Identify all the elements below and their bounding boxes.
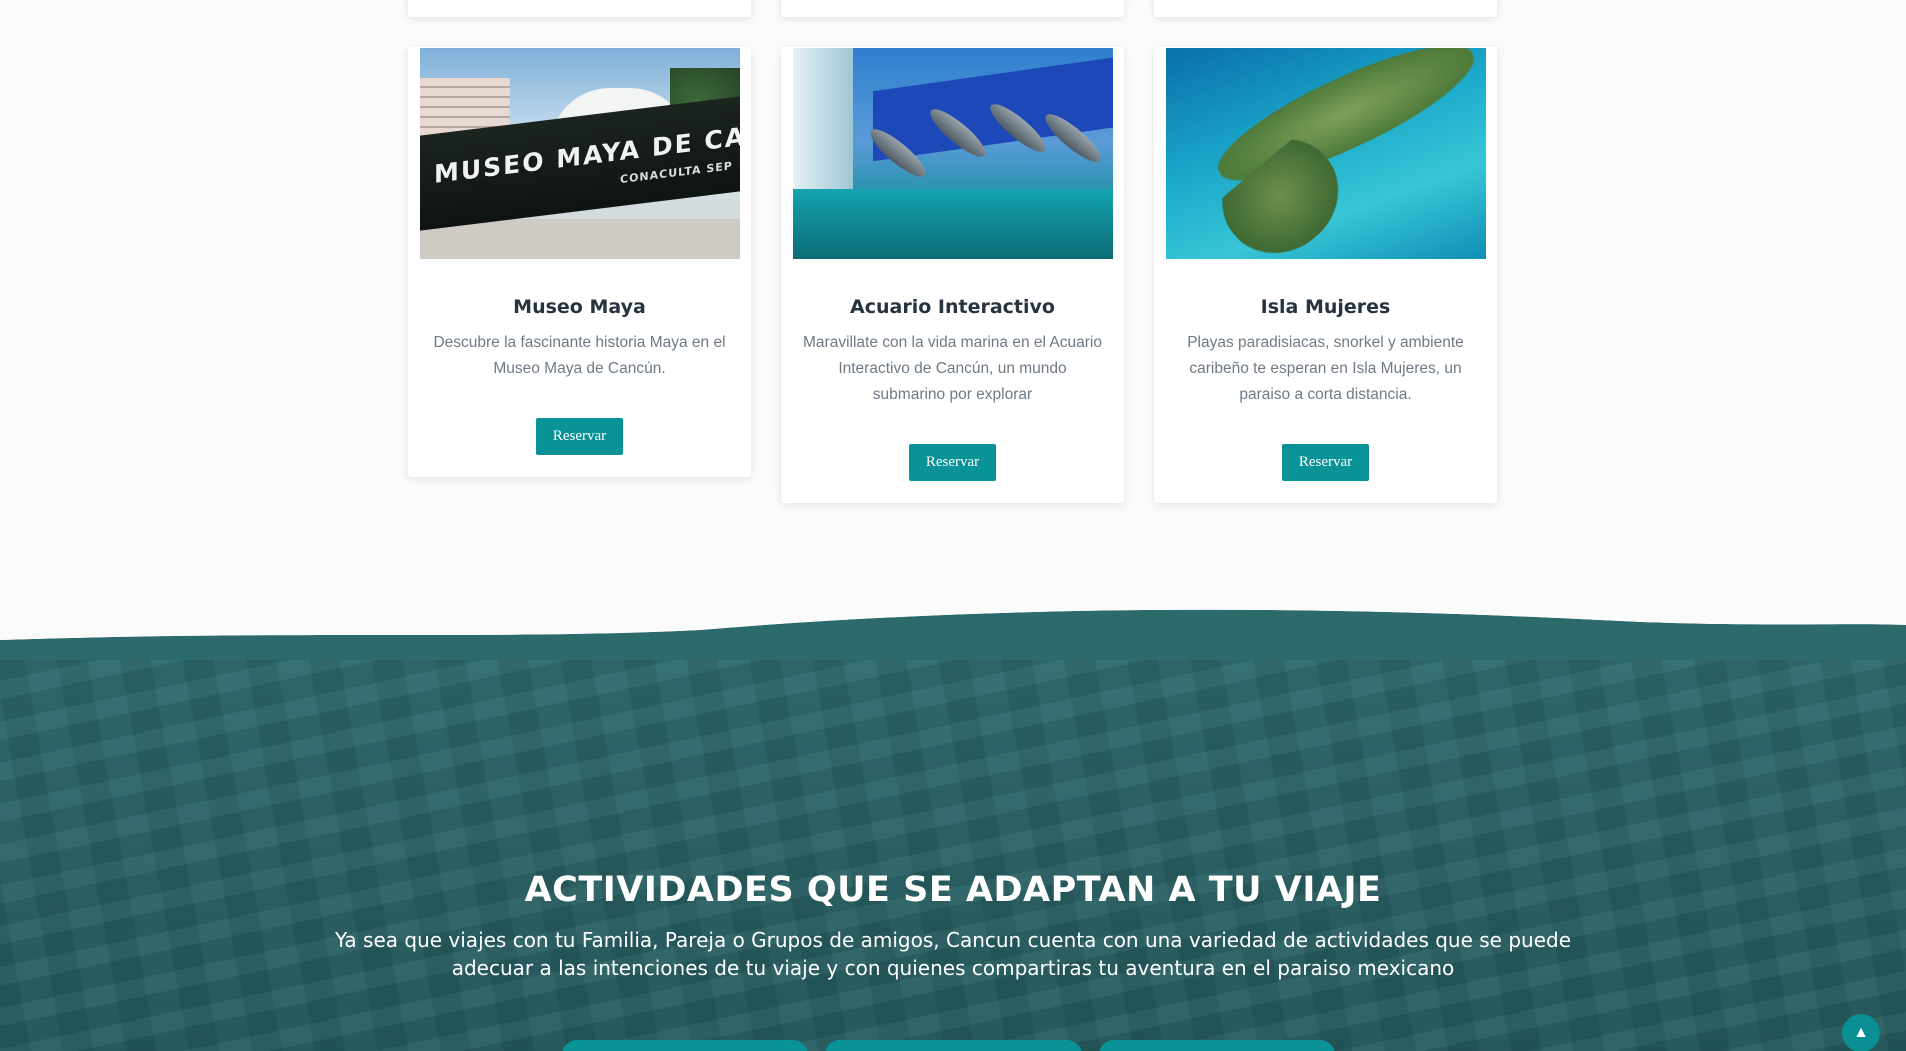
card-partial-1 [408,0,751,17]
acuario-interactivo-image [792,48,1113,259]
activities-section: ACTIVIDADES QUE SE ADAPTAN A TU VIAJE Ya… [0,870,1906,982]
reservar-button[interactable]: Reservar [536,418,623,455]
chevron-up-icon: ▲ [1853,1024,1869,1041]
reservar-button[interactable]: Reservar [1282,444,1369,481]
section-wave-divider [0,600,1906,660]
card-partial-2 [781,0,1124,17]
card-title: Museo Maya [513,296,646,318]
museo-maya-image: MUSEO MAYA DE CANCÚN CONACULTA SEP [419,48,740,259]
activity-tab-3[interactable] [1099,1040,1335,1051]
activities-heading: ACTIVIDADES QUE SE ADAPTAN A TU VIAJE [524,870,1382,910]
card-title: Isla Mujeres [1260,296,1391,318]
card-acuario-interactivo: Acuario Interactivo Maravillate con la v… [781,47,1124,503]
activity-tab-2[interactable] [825,1040,1082,1051]
card-partial-3 [1154,0,1497,17]
card-description: Playas paradisiacas, snorkel y ambiente … [1187,334,1464,403]
scroll-top-button[interactable]: ▲ [1842,1014,1880,1051]
activities-description: Ya sea que viajes con tu Familia, Pareja… [334,928,1572,980]
card-isla-mujeres: Isla Mujeres Playas paradisiacas, snorke… [1154,47,1497,503]
card-museo-maya: MUSEO MAYA DE CANCÚN CONACULTA SEP Museo… [408,47,751,477]
reservar-button[interactable]: Reservar [909,444,996,481]
attractions-cards: MUSEO MAYA DE CANCÚN CONACULTA SEP Museo… [408,47,1497,503]
card-title: Acuario Interactivo [850,296,1055,318]
card-description: Maravillate con la vida marina en el Acu… [803,334,1102,403]
card-description: Descubre la fascinante historia Maya en … [433,334,726,377]
isla-mujeres-image [1165,48,1486,259]
activity-tab-1[interactable] [562,1040,808,1051]
